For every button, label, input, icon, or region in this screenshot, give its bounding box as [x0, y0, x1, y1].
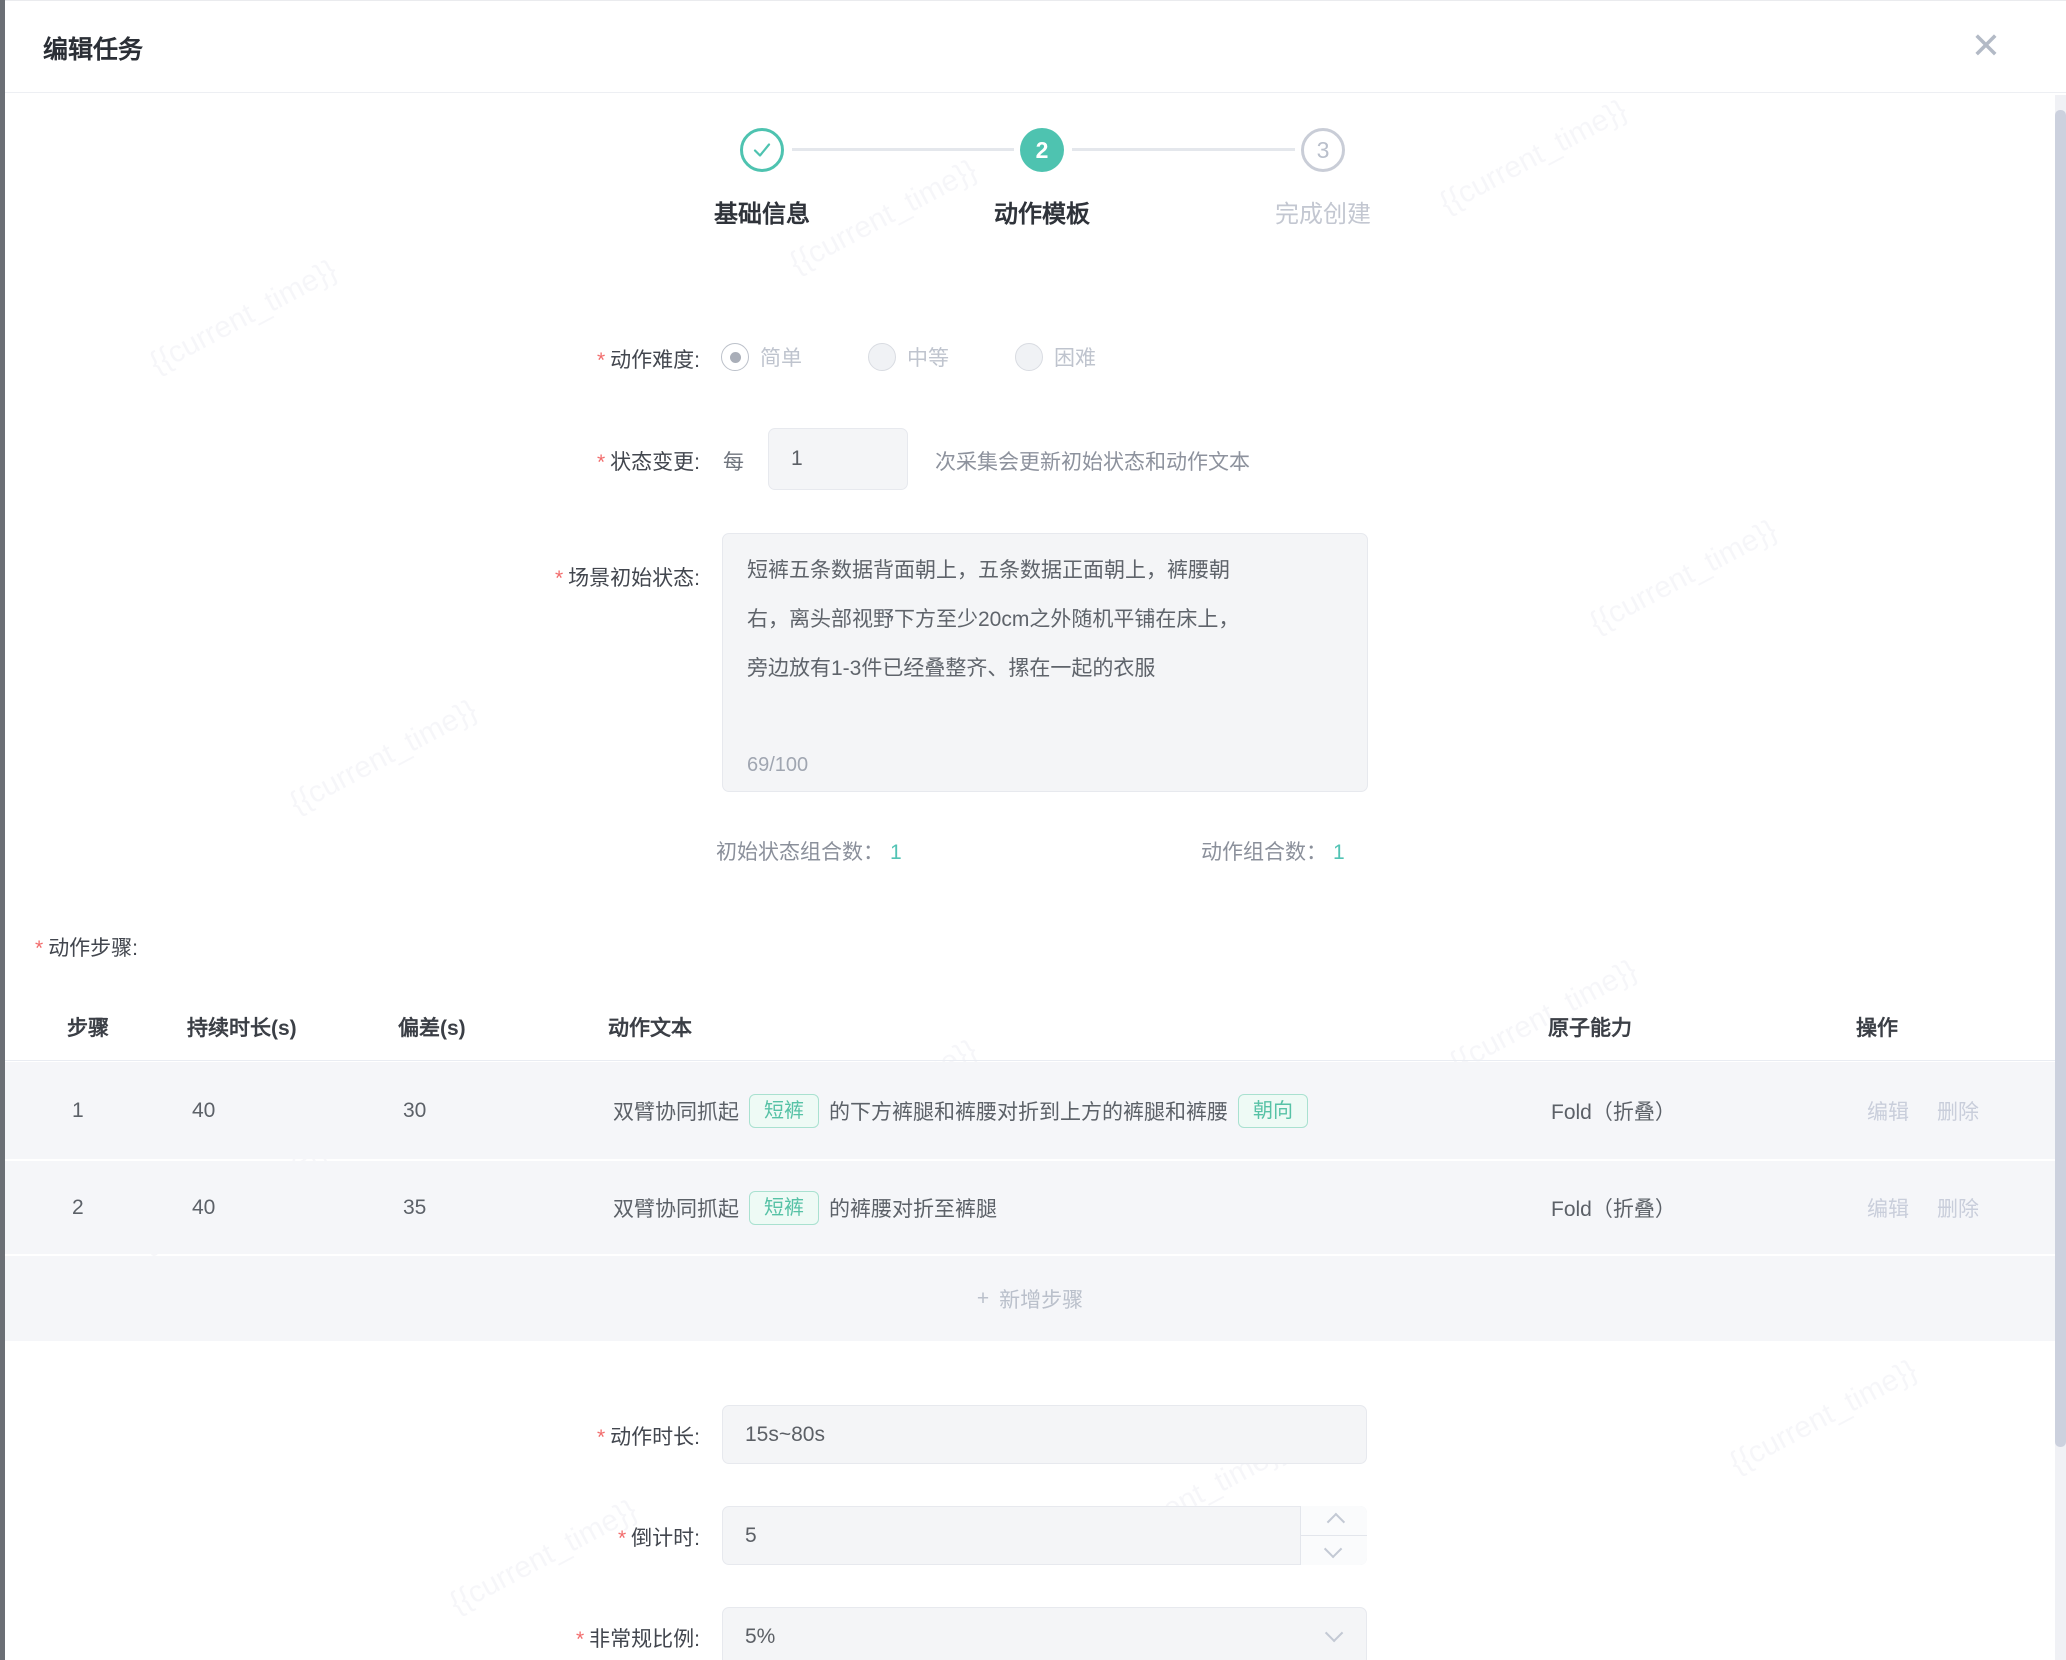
radio-circle [868, 343, 896, 371]
close-icon: ✕ [1971, 25, 2001, 67]
close-button[interactable]: ✕ [1962, 22, 2010, 70]
spinner-up-button[interactable] [1301, 1506, 1367, 1536]
step-label-basic-info: 基础信息 [652, 194, 872, 229]
difficulty-label: *动作难度: [0, 344, 700, 374]
table-row-2: 2 40 35 双臂协同抓起 短裤 的裤腰对折至裤腿 Fold（折叠） 编辑 删… [5, 1161, 2055, 1254]
difficulty-radio-group: 简单 中等 困难 [721, 342, 1096, 372]
cell-operations: 编辑 删除 [1867, 1193, 1979, 1223]
column-header-action-text: 动作文本 [608, 1012, 692, 1042]
radio-label: 中等 [907, 342, 949, 372]
cell-deviation: 35 [403, 1196, 426, 1220]
cell-action-text: 双臂协同抓起 短裤 的裤腰对折至裤腿 [613, 1191, 997, 1225]
edit-link[interactable]: 编辑 [1867, 1193, 1909, 1223]
duration-input[interactable]: 15s~80s [722, 1405, 1367, 1464]
required-asterisk: * [555, 567, 563, 590]
column-header-step: 步骤 [67, 1012, 109, 1042]
watermark-text: {{current_time}} [1724, 1353, 1923, 1480]
delete-link[interactable]: 删除 [1937, 1193, 1979, 1223]
cell-deviation: 30 [403, 1099, 426, 1123]
state-change-prefix: 每 [723, 446, 744, 476]
watermark-text: {{current_time}} [284, 693, 483, 820]
chevron-down-icon [1325, 1624, 1343, 1642]
countdown-label: *倒计时: [0, 1522, 700, 1552]
required-asterisk: * [618, 1527, 626, 1550]
radio-dot [730, 352, 741, 363]
edit-task-dialog: {{current_time}} {{current_time}} {{curren… [0, 0, 2066, 1660]
column-header-duration: 持续时长(s) [187, 1012, 297, 1042]
cell-atomic-ability: Fold（折叠） [1551, 1193, 1676, 1223]
step-label-finish-create: 完成创建 [1213, 194, 1433, 229]
orientation-tag: 朝向 [1238, 1094, 1308, 1128]
radio-label: 简单 [760, 342, 802, 372]
step-circle-1 [740, 128, 784, 172]
number-spinner [1300, 1506, 1367, 1565]
unusual-ratio-label: *非常规比例: [0, 1623, 700, 1653]
stat-initial-combos: 初始状态组合数：1 [716, 836, 902, 866]
garment-tag: 短裤 [749, 1094, 819, 1128]
stat-value: 1 [890, 841, 902, 864]
scene-initial-label: *场景初始状态: [0, 562, 700, 592]
countdown-input[interactable]: 5 [722, 1506, 1367, 1565]
cell-duration: 40 [192, 1196, 215, 1220]
page-left-edge [0, 0, 5, 1660]
edit-link[interactable]: 编辑 [1867, 1096, 1909, 1126]
cell-operations: 编辑 删除 [1867, 1096, 1979, 1126]
step-number: 2 [1036, 137, 1049, 164]
cell-step: 1 [72, 1099, 84, 1123]
stat-action-combos: 动作组合数：1 [1201, 836, 1345, 866]
add-step-button[interactable]: + 新增步骤 [977, 1284, 1083, 1314]
delete-link[interactable]: 删除 [1937, 1096, 1979, 1126]
table-header-border [5, 1060, 2055, 1061]
chevron-up-icon [1326, 1513, 1344, 1531]
column-header-atomic-ability: 原子能力 [1548, 1012, 1632, 1042]
stat-value: 1 [1333, 841, 1345, 864]
step-circle-2: 2 [1020, 128, 1064, 172]
step-circle-3: 3 [1301, 128, 1345, 172]
duration-label: *动作时长: [0, 1421, 700, 1451]
required-asterisk: * [576, 1628, 584, 1651]
watermark-text: {{current_time}} [1584, 513, 1783, 640]
required-asterisk: * [597, 1426, 605, 1449]
step-connector-2 [1072, 148, 1295, 151]
required-asterisk: * [597, 451, 605, 474]
chevron-down-icon [1323, 1540, 1341, 1558]
radio-circle-checked [721, 343, 749, 371]
spinner-down-button[interactable] [1301, 1536, 1367, 1565]
table-row-1: 1 40 30 双臂协同抓起 短裤 的下方裤腿和裤腰对折到上方的裤腿和裤腰 朝向… [5, 1062, 2055, 1159]
check-icon [750, 138, 774, 162]
dialog-top-edge [0, 0, 2066, 1]
radio-easy[interactable]: 简单 [721, 342, 802, 372]
required-asterisk: * [35, 937, 43, 960]
step-number: 3 [1317, 137, 1330, 164]
plus-icon: + [977, 1287, 989, 1311]
cell-step: 2 [72, 1196, 84, 1220]
cell-action-text: 双臂协同抓起 短裤 的下方裤腿和裤腰对折到上方的裤腿和裤腰 朝向 [613, 1094, 1318, 1128]
radio-hard[interactable]: 困难 [1015, 342, 1096, 372]
scene-initial-text: 短裤五条数据背面朝上，五条数据正面朝上，裤腰朝右，离头部视野下方至少20cm之外… [747, 546, 1252, 693]
action-steps-label: *动作步骤: [35, 932, 138, 962]
cell-duration: 40 [192, 1099, 215, 1123]
add-step-row: + 新增步骤 [5, 1256, 2055, 1341]
step-connector-1 [792, 148, 1014, 151]
garment-tag: 短裤 [749, 1191, 819, 1225]
state-change-suffix: 次采集会更新初始状态和动作文本 [935, 446, 1250, 476]
radio-medium[interactable]: 中等 [868, 342, 949, 372]
scene-initial-textarea[interactable]: 短裤五条数据背面朝上，五条数据正面朝上，裤腰朝右，离头部视野下方至少20cm之外… [722, 533, 1368, 792]
column-header-operations: 操作 [1856, 1012, 1898, 1042]
step-label-action-template: 动作模板 [932, 194, 1152, 229]
state-change-input[interactable]: 1 [768, 428, 908, 490]
watermark-text: {{current_time}} [1434, 93, 1633, 220]
unusual-ratio-select[interactable]: 5% [722, 1607, 1367, 1660]
char-counter: 69/100 [747, 754, 808, 777]
column-header-deviation: 偏差(s) [398, 1012, 466, 1042]
required-asterisk: * [597, 349, 605, 372]
radio-circle [1015, 343, 1043, 371]
watermark-text: {{current_time}} [444, 1493, 643, 1620]
cell-atomic-ability: Fold（折叠） [1551, 1096, 1676, 1126]
header-divider [0, 92, 2066, 93]
dialog-title: 编辑任务 [43, 30, 143, 66]
scrollbar-thumb[interactable] [2055, 110, 2066, 1447]
state-change-label: *状态变更: [0, 446, 700, 476]
radio-label: 困难 [1054, 342, 1096, 372]
